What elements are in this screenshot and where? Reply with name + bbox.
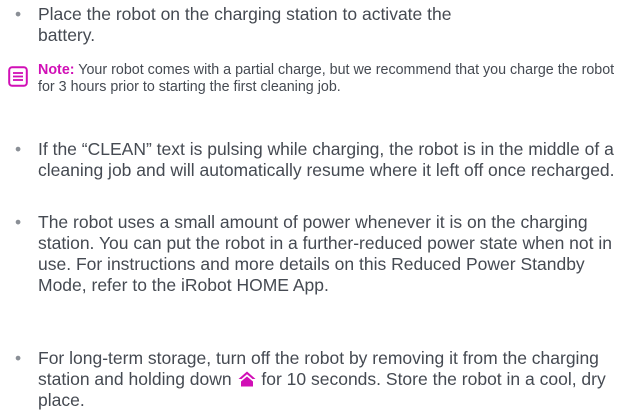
- bullet-dot: •: [15, 348, 22, 368]
- bullet-dot: •: [15, 4, 22, 24]
- note-text-block: Note: Your robot comes with a partial ch…: [38, 62, 631, 96]
- note-icon: [8, 66, 28, 87]
- bullet-dot: •: [15, 139, 22, 159]
- note-text: Your robot comes with a partial charge, …: [38, 62, 615, 95]
- bullet-dot: •: [15, 212, 22, 232]
- home-icon: [238, 371, 255, 387]
- note-label: Note:: [38, 62, 75, 78]
- bullet-text: For long-term storage, turn off the robo…: [38, 348, 633, 411]
- manual-page: • Place the robot on the charging statio…: [0, 0, 641, 414]
- bullet-text: Place the robot on the charging station …: [38, 4, 452, 45]
- bullet-text: The robot uses a small amount of power w…: [38, 212, 612, 295]
- bullet-text: If the “CLEAN” text is pulsing while cha…: [38, 139, 615, 180]
